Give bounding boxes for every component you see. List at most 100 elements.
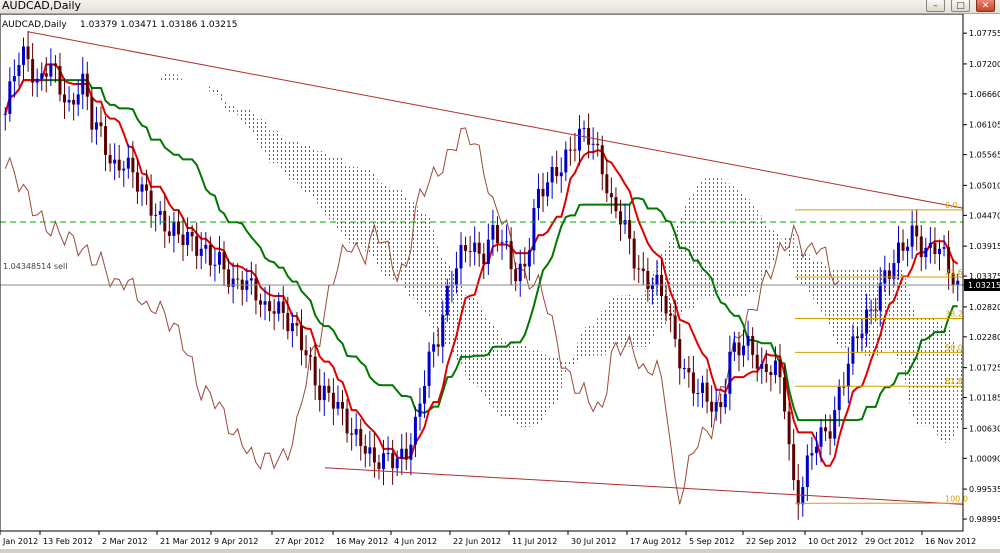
candle-body [400, 448, 404, 459]
candle-body [701, 382, 705, 394]
candle-body [290, 323, 294, 332]
y-axis-label: 1.00090 [969, 454, 1000, 463]
y-axis-label: 1.05565 [969, 151, 1000, 160]
candle-body [309, 355, 313, 357]
candle-body [673, 315, 677, 340]
candle-body [824, 427, 828, 432]
candle-body [783, 377, 787, 412]
restore-button[interactable]: □ [951, 0, 970, 12]
candle-body [49, 63, 53, 77]
candle-body [773, 360, 777, 376]
candle-body [906, 246, 910, 251]
candle-body [90, 96, 94, 130]
y-axis-label: 1.01185 [969, 394, 1000, 403]
x-axis-label: 5 Sep 2012 [689, 537, 735, 546]
candle-body [587, 127, 591, 145]
candle-body [933, 242, 937, 255]
ichimoku-cloud-segment [419, 211, 425, 313]
candle-body [641, 268, 645, 271]
candle-body [222, 252, 226, 270]
candle-body [833, 410, 837, 439]
candle-body [477, 242, 481, 254]
ichimoku-cloud-segment [702, 178, 708, 299]
candle-body [464, 244, 468, 252]
candle-body [851, 336, 855, 364]
close-button[interactable]: ✕ [976, 0, 995, 12]
candle-body [751, 335, 755, 355]
candle-body [723, 393, 727, 408]
ichimoku-cloud-segment [205, 80, 211, 93]
candle-body [728, 351, 732, 394]
candle-body [190, 231, 194, 237]
y-axis-label: 1.07755 [969, 29, 1000, 38]
candlestick-chart[interactable]: 0.0 23.6 38.2 50.0 61.8 100.0 AUDCAD,Daily 1.… [0, 13, 1000, 549]
ichimoku-cloud-segment [597, 309, 603, 356]
ichimoku-cloud-segment [716, 177, 721, 299]
candle-body [764, 363, 768, 373]
current-price-label: 1.03215 [968, 281, 1000, 290]
ichimoku-cloud-segment [296, 141, 302, 189]
ichimoku-cloud-segment [579, 327, 585, 357]
ichimoku-cloud-segment [255, 119, 261, 150]
candle-body [860, 333, 864, 339]
ichimoku-cloud-segment [843, 269, 849, 349]
ichimoku-cloud-segment [333, 155, 338, 230]
candle-body [172, 221, 176, 236]
ichimoku-cloud-segment [871, 269, 876, 357]
ichimoku-cloud-segment [903, 269, 908, 395]
ichimoku-cloud-segment [192, 80, 197, 83]
x-axis-label: 2 Mar 2012 [102, 537, 148, 546]
ichimoku-cloud-segment [734, 187, 739, 299]
ichimoku-cloud-segment [852, 269, 858, 347]
x-axis-label: 21 Mar 2012 [160, 537, 211, 546]
candle-body [564, 149, 568, 173]
ichimoku-cloud-segment [287, 141, 293, 183]
ichimoku-cloud-segment [925, 316, 931, 427]
ichimoku-cloud-segment [524, 345, 530, 428]
candle-body [423, 385, 427, 404]
hline-label: 1.04348514 sell [3, 262, 67, 271]
candle-body [72, 99, 76, 105]
candle-body [40, 73, 44, 79]
candle-body [372, 447, 376, 463]
candle-body [568, 149, 572, 151]
ichimoku-cloud-segment [301, 145, 307, 194]
candle-body [445, 285, 449, 316]
ichimoku-cloud-segment [552, 356, 557, 405]
candle-body [17, 64, 21, 77]
candle-body [231, 278, 235, 287]
candle-body [441, 315, 445, 347]
candle-body [523, 263, 527, 267]
candle-body [322, 385, 326, 401]
ichimoku-cloud-segment [406, 198, 411, 299]
candle-body [313, 356, 317, 386]
minimize-button[interactable]: – [926, 0, 945, 12]
ichimoku-cloud-segment [561, 360, 566, 390]
candle-body [286, 312, 290, 332]
candle-body [837, 386, 841, 411]
x-axis-label: 22 Sep 2012 [746, 537, 797, 546]
ichimoku-cloud-segment [725, 182, 730, 299]
ichimoku-cloud-segment [830, 269, 835, 342]
ichimoku-cloud-segment [789, 233, 794, 269]
ichimoku-cloud-segment [574, 336, 580, 369]
candle-body [582, 127, 586, 129]
candle-body [518, 263, 522, 282]
chart-symbol-label: AUDCAD,Daily [2, 20, 67, 30]
candle-body [787, 411, 791, 445]
ichimoku-cloud-segment [269, 131, 275, 164]
candle-body [532, 208, 536, 251]
ichimoku-cloud-segment [848, 269, 853, 347]
candle-body [208, 244, 212, 266]
candle-body [527, 250, 531, 267]
ichimoku-cloud-segment [821, 260, 826, 316]
ichimoku-cloud-segment [492, 323, 498, 412]
ichimoku-cloud-segment [470, 296, 475, 384]
candle-body [509, 241, 513, 270]
ichimoku-cloud-segment [479, 301, 484, 395]
candle-body [696, 393, 700, 395]
candle-body [3, 113, 7, 115]
ichimoku-cloud-segment [738, 190, 744, 299]
candle-body [67, 99, 71, 103]
chart-window[interactable]: 0.0 23.6 38.2 50.0 61.8 100.0 AUDCAD,Daily 1.… [0, 13, 1000, 549]
